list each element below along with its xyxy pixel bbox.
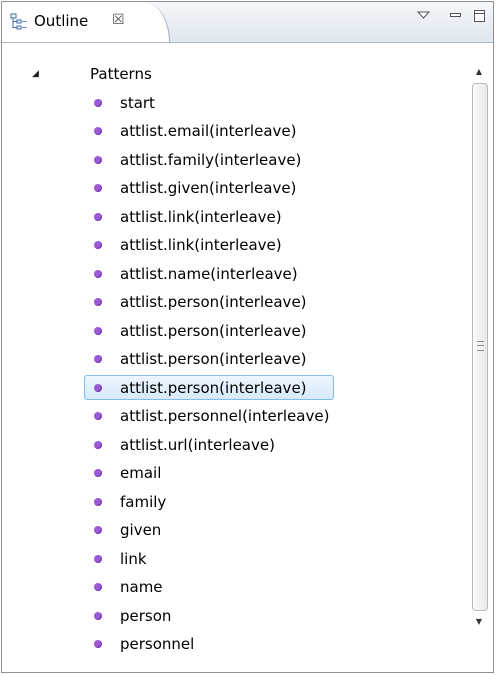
pattern-bullet-icon (94, 269, 102, 278)
pattern-bullet-icon (94, 412, 102, 420)
tree-root-patterns[interactable]: ◢ Patterns (2, 60, 462, 88)
pattern-bullet-icon (94, 127, 102, 135)
tree-item[interactable]: attlist.given(interleave) (2, 174, 462, 202)
pattern-bullet-icon (94, 212, 102, 221)
pattern-bullet-icon (94, 326, 102, 335)
pattern-bullet-icon (94, 184, 102, 192)
tree-item-label: start (120, 93, 155, 112)
tree-item[interactable]: attlist.person(interleave) (2, 374, 462, 402)
pattern-bullet-icon (94, 98, 102, 107)
tree-item-label: attlist.link(interleave) (120, 236, 282, 254)
maximize-icon[interactable] (472, 8, 488, 22)
outline-view: Outline ☒ ◢ Patterns start attlist.email(in… (1, 1, 494, 673)
pattern-bullet-icon (94, 298, 102, 306)
pattern-bullet-icon (94, 554, 102, 563)
tree-item[interactable]: personnel (2, 630, 462, 658)
tree-item[interactable]: given (2, 516, 462, 544)
tree-item[interactable]: email (2, 459, 462, 487)
tree-item[interactable]: attlist.link(interleave) (2, 203, 462, 231)
tree-item-label: family (120, 492, 167, 511)
pattern-bullet-icon (94, 383, 102, 392)
pattern-bullet-icon (94, 640, 102, 648)
pattern-bullet-icon (94, 611, 102, 620)
pattern-bullet-icon (94, 583, 102, 591)
scroll-up-arrow[interactable]: ▲ (472, 65, 486, 79)
tab-title: Outline (34, 12, 89, 30)
tree-item[interactable]: attlist.person(interleave) (2, 317, 462, 345)
tree-item[interactable]: person (2, 602, 462, 630)
tree-item[interactable]: link (2, 545, 462, 573)
tree-item[interactable]: attlist.family(interleave) (2, 146, 462, 174)
tree-item-label: attlist.family(interleave) (120, 150, 302, 169)
tree-root-label: Patterns (90, 65, 152, 83)
tree-item-label: attlist.url(interleave) (120, 435, 275, 454)
view-menu-icon[interactable] (416, 8, 432, 22)
tree-item-label: person (120, 606, 172, 625)
pattern-bullet-icon (94, 241, 102, 249)
vertical-scrollbar[interactable]: ▲ ▼ (466, 43, 493, 672)
tree-item-label: attlist.person(interleave) (120, 350, 307, 368)
tree-item-label: attlist.given(interleave) (120, 179, 297, 197)
pattern-bullet-icon (94, 497, 102, 506)
tree-item-label: name (120, 578, 163, 596)
tree-item-label: attlist.link(interleave) (120, 207, 282, 226)
tree-item-label: attlist.personnel(interleave) (120, 407, 330, 425)
tree-item[interactable]: attlist.personnel(interleave) (2, 402, 462, 430)
pattern-bullet-icon (94, 440, 102, 449)
scrollbar-thumb[interactable] (472, 83, 488, 611)
tree-item-label: attlist.person(interleave) (120, 378, 307, 397)
tree-item-label: personnel (120, 635, 195, 653)
pattern-bullet-icon (94, 155, 102, 164)
tree-item[interactable]: name (2, 573, 462, 601)
pattern-bullet-icon (94, 469, 102, 477)
scroll-down-arrow[interactable]: ▼ (472, 615, 486, 629)
tree-item[interactable]: attlist.person(interleave) (2, 288, 462, 316)
tree-item[interactable]: attlist.person(interleave) (2, 345, 462, 373)
tree-item-label: given (120, 521, 162, 539)
tree-item-label: attlist.email(interleave) (120, 122, 297, 140)
tree-item[interactable]: attlist.name(interleave) (2, 260, 462, 288)
pattern-bullet-icon (94, 526, 102, 534)
tree-item[interactable]: family (2, 488, 462, 516)
tree-item-label: link (120, 549, 147, 568)
expand-collapse-icon[interactable]: ◢ (32, 60, 39, 88)
tree-item[interactable]: attlist.link(interleave) (2, 231, 462, 259)
tree-item-label: attlist.name(interleave) (120, 264, 298, 283)
tree-item-label: email (120, 464, 162, 482)
tree-item[interactable]: attlist.email(interleave) (2, 117, 462, 145)
outline-view-icon (10, 13, 28, 31)
tree-item-label: attlist.person(interleave) (120, 321, 307, 340)
grip-icon (477, 341, 484, 351)
minimize-icon[interactable] (448, 8, 464, 22)
tab-outline[interactable]: Outline ☒ (2, 2, 170, 42)
close-icon[interactable]: ☒ (112, 11, 125, 29)
view-header: Outline ☒ (2, 2, 493, 43)
pattern-bullet-icon (94, 355, 102, 363)
tree-item[interactable]: start (2, 89, 462, 117)
outline-tree: ◢ Patterns start attlist.email(interleave) a… (2, 43, 493, 672)
tree-item[interactable]: attlist.url(interleave) (2, 431, 462, 459)
tree-item-label: attlist.person(interleave) (120, 293, 307, 311)
